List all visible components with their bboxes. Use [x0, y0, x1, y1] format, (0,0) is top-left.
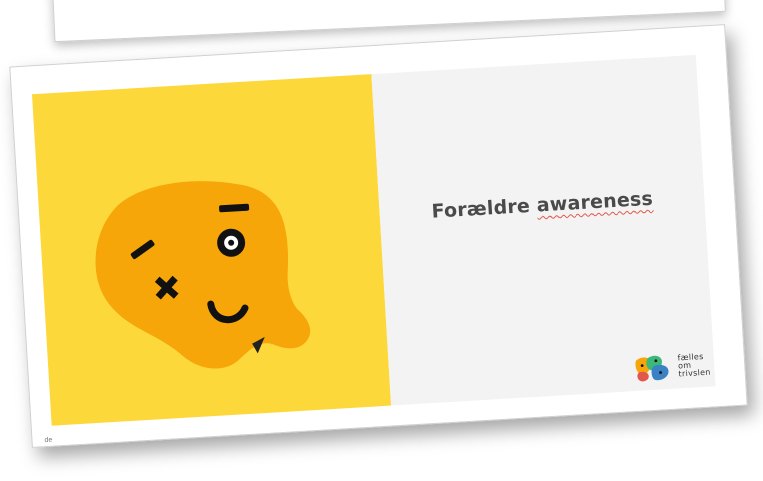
organization-logo: fælles om trivslen — [633, 351, 711, 383]
slide-footer-text: de — [44, 436, 53, 445]
slide-title-underlined: awareness — [536, 187, 654, 217]
current-slide[interactable]: Forældre awareness fælles om trivslen de — [9, 24, 748, 448]
slide-title: Forældre awareness — [431, 188, 654, 223]
logo-wordmark: fælles om trivslen — [677, 352, 711, 379]
slide-content: Forældre awareness fælles om trivslen — [31, 54, 716, 426]
faelles-om-trivslen-logo-icon — [635, 355, 669, 382]
dizzy-face-mascot-icon — [95, 181, 311, 369]
slide-title-plain: Forældre — [431, 194, 538, 223]
slide-image-panel — [31, 74, 392, 426]
presentation-viewer: Forældre awareness fælles om trivslen de — [0, 0, 763, 481]
logo-line-3: trivslen — [678, 367, 711, 379]
slide-text-panel: Forældre awareness fælles om trivslen — [371, 54, 716, 406]
